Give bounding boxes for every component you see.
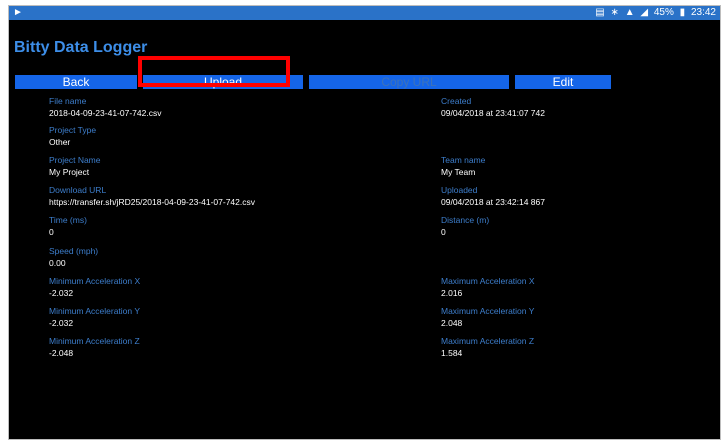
speed-mph-field: Speed (mph) 0.00: [49, 245, 98, 269]
min-acceleration-z-field: Minimum Acceleration Z -2.048: [49, 335, 140, 359]
bluetooth-icon: ∗: [610, 7, 619, 18]
status-bar: ► ▤ ∗ ▲ ◢ 45% ▮ 23:42: [9, 6, 720, 20]
field-label: Minimum Acceleration Z: [49, 336, 140, 346]
field-value: Other: [49, 137, 71, 147]
battery-percent: 45%: [653, 7, 674, 18]
status-icons: ▤ ∗ ▲ ◢ 45% ▮ 23:42: [592, 7, 716, 18]
device-screen: ► ▤ ∗ ▲ ◢ 45% ▮ 23:42 Bitty Data Logger …: [8, 5, 721, 440]
max-acceleration-x-field: Maximum Acceleration X 2.016: [441, 275, 535, 299]
field-value: 2.016: [441, 288, 463, 298]
field-value: -2.032: [49, 288, 74, 298]
field-value: -2.048: [49, 348, 74, 358]
file-name-field: File name 2018-04-09-23-41-07-742.csv: [49, 95, 161, 119]
field-value: My Team: [441, 167, 476, 177]
field-label: Maximum Acceleration Y: [441, 306, 535, 316]
max-acceleration-z-field: Maximum Acceleration Z 1.584: [441, 335, 534, 359]
field-value: 0.00: [49, 258, 66, 268]
field-value: -2.032: [49, 318, 74, 328]
nfc-icon: ▤: [595, 7, 605, 18]
field-label: Minimum Acceleration X: [49, 276, 141, 286]
toolbar: Back Upload Copy URL Edit: [15, 75, 611, 89]
signal-icon: ◢: [640, 7, 649, 18]
field-value: 09/04/2018 at 23:42:14 867: [441, 197, 545, 207]
field-label: Project Type: [49, 125, 97, 135]
back-button[interactable]: Back: [15, 75, 137, 89]
uploaded-field: Uploaded 09/04/2018 at 23:42:14 867: [441, 184, 545, 208]
copy-url-button[interactable]: Copy URL: [309, 75, 509, 89]
field-label: Maximum Acceleration X: [441, 276, 535, 286]
field-label: Team name: [441, 155, 486, 165]
field-label: Uploaded: [441, 185, 478, 195]
field-label: Maximum Acceleration Z: [441, 336, 535, 346]
field-value: 2.048: [441, 318, 463, 328]
time-ms-field: Time (ms) 0: [49, 214, 87, 238]
max-acceleration-y-field: Maximum Acceleration Y 2.048: [441, 305, 534, 329]
status-time: 23:42: [690, 7, 716, 18]
field-value: 1.584: [441, 348, 463, 358]
field-label: Created: [441, 96, 472, 106]
created-field: Created 09/04/2018 at 23:41:07 742: [441, 95, 545, 119]
download-url-field: Download URL https://transfer.sh/jRD25/2…: [49, 184, 255, 208]
app-title: Bitty Data Logger: [14, 39, 148, 56]
field-label: File name: [49, 96, 87, 106]
wifi-icon: ▲: [624, 7, 635, 18]
field-label: Minimum Acceleration Y: [49, 306, 141, 316]
field-value: 09/04/2018 at 23:41:07 742: [441, 108, 545, 118]
project-type-field: Project Type Other: [49, 124, 96, 148]
distance-m-field: Distance (m) 0: [441, 214, 489, 238]
upload-button[interactable]: Upload: [143, 75, 303, 89]
project-name-field: Project Name My Project: [49, 154, 101, 178]
field-value: 2018-04-09-23-41-07-742.csv: [49, 108, 162, 118]
field-value: https://transfer.sh/jRD25/2018-04-09-23-…: [49, 197, 256, 207]
edit-button[interactable]: Edit: [515, 75, 611, 89]
min-acceleration-x-field: Minimum Acceleration X -2.032: [49, 275, 140, 299]
field-value: 0: [441, 227, 446, 237]
field-label: Speed (mph): [49, 246, 99, 256]
field-value: 0: [49, 227, 54, 237]
field-label: Project Name: [49, 155, 101, 165]
field-label: Distance (m): [441, 215, 490, 225]
team-name-field: Team name My Team: [441, 154, 485, 178]
field-value: My Project: [49, 167, 90, 177]
field-label: Time (ms): [49, 215, 87, 225]
min-acceleration-y-field: Minimum Acceleration Y -2.032: [49, 305, 140, 329]
play-arrow-icon: ►: [13, 7, 23, 18]
field-label: Download URL: [49, 185, 107, 195]
battery-icon: ▮: [679, 7, 686, 18]
